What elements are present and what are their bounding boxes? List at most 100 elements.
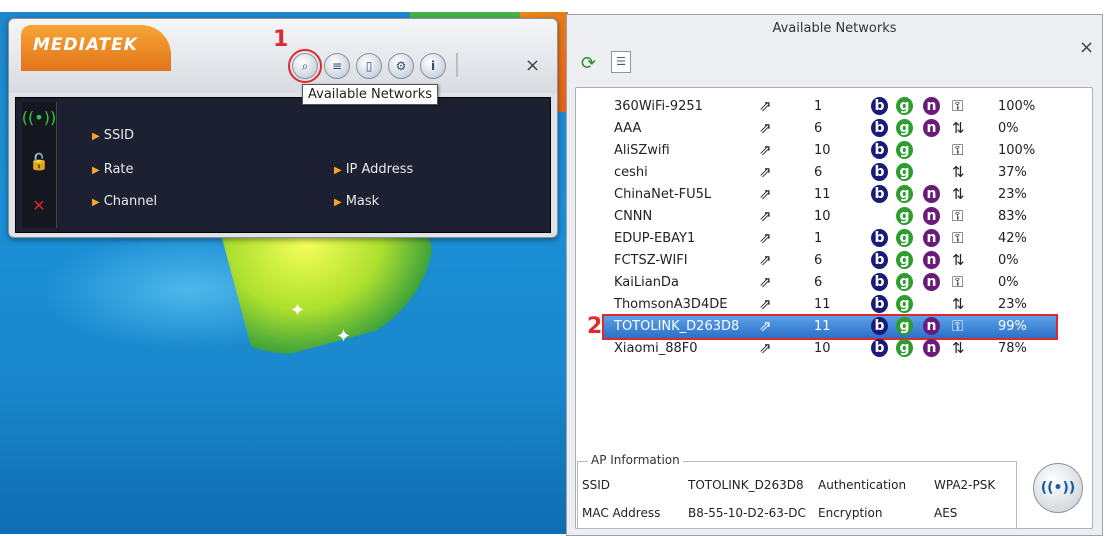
g-mode-icon: g <box>896 295 913 313</box>
mediatek-close-button[interactable]: × <box>525 55 540 76</box>
n-mode-icon: n <box>923 251 940 269</box>
connect-wifi-button[interactable]: ((•)) <box>1033 463 1083 513</box>
network-channel: 6 <box>814 165 823 180</box>
ip-address-label: ▶ IP Address <box>334 162 414 177</box>
b-mode-icon: b <box>871 229 888 247</box>
network-row[interactable]: ceshi ⇗ 6 b g ⇅ 37% <box>576 162 1092 184</box>
network-row[interactable]: Xiaomi_88F0 ⇗ 10 b g n ⇅ 78% <box>576 338 1092 360</box>
b-mode-icon: b <box>871 339 888 357</box>
ap-auth-label: Authentication <box>818 478 907 492</box>
arrows-icon: ⇅ <box>952 119 965 137</box>
network-ssid: ceshi <box>614 165 648 180</box>
b-mode-icon: b <box>871 97 888 115</box>
network-channel: 6 <box>814 275 823 290</box>
signal-strength-icon: ⇗ <box>759 251 772 269</box>
b-mode-icon: b <box>871 273 888 291</box>
available-networks-tooltip: Available Networks <box>302 84 439 105</box>
network-row[interactable]: CNNN ⇗ 10 g n ⚿ 83% <box>576 206 1092 228</box>
n-mode-icon: n <box>923 273 940 291</box>
signal-strength-icon: ⇗ <box>759 229 772 247</box>
b-mode-icon: b <box>871 141 888 159</box>
list-icon: ≡ <box>331 59 343 73</box>
network-row[interactable]: EDUP-EBAY1 ⇗ 1 b g n ⚿ 42% <box>576 228 1092 250</box>
ssid-label: ▶ SSID <box>92 128 135 143</box>
network-row[interactable]: 360WiFi-9251 ⇗ 1 b g n ⚿ 100% <box>576 96 1092 118</box>
step-2-marker: 2 <box>587 314 603 339</box>
network-channel: 11 <box>814 187 831 202</box>
ap-enc-value: AES <box>934 506 958 520</box>
signal-percent: 78% <box>998 341 1027 356</box>
g-mode-icon: g <box>896 229 913 247</box>
ap-information-box: AP Information SSID TOTOLINK_D263D8 Auth… <box>577 453 1017 529</box>
network-ssid: ChinaNet-FU5L <box>614 187 712 202</box>
profile-list-button[interactable]: ≡ <box>324 53 350 79</box>
wallpaper-sparkle: ✦ <box>336 326 352 347</box>
list-view-icon[interactable]: ☰ <box>611 51 631 73</box>
signal-percent: 0% <box>998 253 1019 268</box>
arrows-icon: ⇅ <box>952 339 965 357</box>
ap-mac-label: MAC Address <box>582 506 661 520</box>
info-button[interactable]: i <box>420 53 446 79</box>
g-mode-icon: g <box>896 163 913 181</box>
b-mode-icon: b <box>871 251 888 269</box>
gear-icon: ⚙ <box>395 59 407 73</box>
signal-percent: 83% <box>998 209 1027 224</box>
ap-auth-value: WPA2-PSK <box>934 478 996 492</box>
document-icon: ▯ <box>365 59 373 73</box>
network-row[interactable]: AAA ⇗ 6 b g n ⇅ 0% <box>576 118 1092 140</box>
b-mode-icon: b <box>871 295 888 313</box>
network-row[interactable]: AliSZwifi ⇗ 10 b g ⚿ 100% <box>576 140 1092 162</box>
b-mode-icon: b <box>871 317 888 335</box>
key-icon: ⚿ <box>952 141 964 159</box>
settings-button[interactable]: ⚙ <box>388 53 414 79</box>
signal-strength-icon: ⇗ <box>759 339 772 357</box>
available-networks-window: Available Networks × ⟳ ☰ 360WiFi-9251 ⇗ 1 b… <box>566 14 1103 536</box>
network-channel: 1 <box>814 231 823 246</box>
close-button[interactable]: × <box>1079 37 1094 58</box>
network-channel: 11 <box>814 297 831 312</box>
g-mode-icon: g <box>896 273 913 291</box>
ap-mac-row: MAC Address B8-55-10-D2-63-DC Encryption… <box>582 506 957 520</box>
g-mode-icon: g <box>896 97 913 115</box>
network-row[interactable]: TOTOLINK_D263D8 ⇗ 11 b g n ⚿ 99% <box>602 314 1058 340</box>
signal-percent: 23% <box>998 187 1027 202</box>
signal-strength-icon: ⇗ <box>759 273 772 291</box>
signal-percent: 99% <box>998 319 1027 334</box>
arrows-icon: ⇅ <box>952 185 965 203</box>
signal-strength-icon: ⇗ <box>759 119 772 137</box>
network-ssid: CNNN <box>614 209 653 224</box>
network-row[interactable]: KaiLianDa ⇗ 6 b g n ⚿ 0% <box>576 272 1092 294</box>
network-channel: 11 <box>814 319 831 334</box>
network-ssid: AliSZwifi <box>614 143 670 158</box>
unlocked-icon: 🔓 <box>29 151 49 171</box>
n-mode-icon: n <box>923 229 940 247</box>
network-channel: 10 <box>814 209 831 224</box>
g-mode-icon: g <box>896 207 913 225</box>
network-ssid: ThomsonA3D4DE <box>614 297 728 312</box>
g-mode-icon: g <box>896 185 913 203</box>
network-channel: 10 <box>814 143 831 158</box>
document-button[interactable]: ▯ <box>356 53 382 79</box>
info-icon: i <box>430 59 436 73</box>
rate-label: ▶ Rate <box>92 162 134 177</box>
ap-mac-value: B8-55-10-D2-63-DC <box>688 506 806 520</box>
network-ssid: FCTSZ-WIFI <box>614 253 688 268</box>
network-ssid: AAA <box>614 121 642 136</box>
arrows-icon: ⇅ <box>952 163 965 181</box>
available-networks-button[interactable]: ⌕ <box>288 49 322 83</box>
channel-label: ▶ Channel <box>92 194 158 209</box>
refresh-icon[interactable]: ⟳ <box>581 53 596 74</box>
signal-percent: 100% <box>998 143 1036 158</box>
signal-strength-icon: ⇗ <box>759 317 772 335</box>
network-row[interactable]: ChinaNet-FU5L ⇗ 11 b g n ⇅ 23% <box>576 184 1092 206</box>
arrows-icon: ⇅ <box>952 295 965 313</box>
network-ssid: KaiLianDa <box>614 275 679 290</box>
n-mode-icon: n <box>923 119 940 137</box>
network-row[interactable]: FCTSZ-WIFI ⇗ 6 b g n ⇅ 0% <box>576 250 1092 272</box>
network-row[interactable]: ThomsonA3D4DE ⇗ 11 b g ⇅ 23% <box>576 294 1092 316</box>
n-mode-icon: n <box>923 207 940 225</box>
n-mode-icon: n <box>923 185 940 203</box>
ap-ssid-value: TOTOLINK_D263D8 <box>688 478 804 492</box>
signal-percent: 23% <box>998 297 1027 312</box>
signal-strength-icon: ⇗ <box>759 207 772 225</box>
